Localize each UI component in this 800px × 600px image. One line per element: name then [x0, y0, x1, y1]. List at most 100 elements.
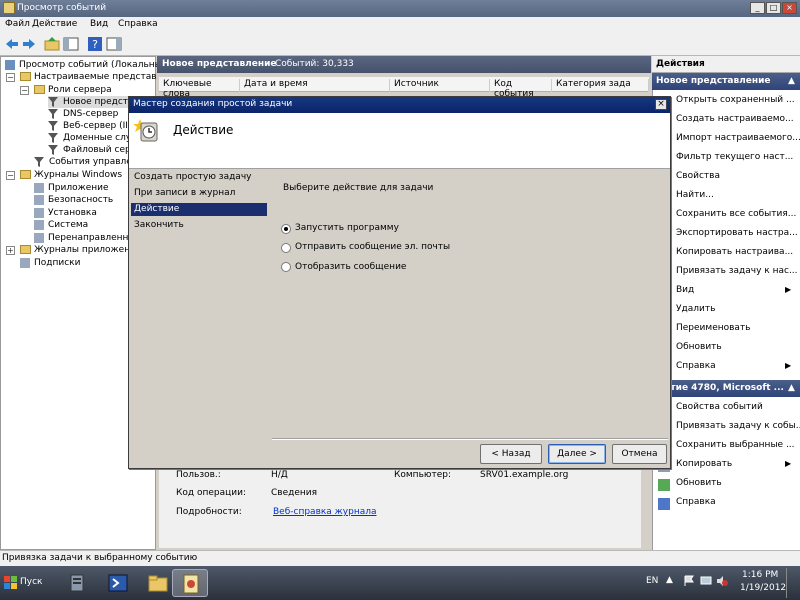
show-desktop-button[interactable] — [786, 568, 798, 598]
next-button[interactable]: Далее > — [548, 444, 606, 464]
col-source[interactable]: Источник — [390, 79, 490, 92]
tree-app[interactable]: Приложение — [34, 182, 109, 194]
wizard-step-action[interactable]: Действие — [131, 203, 267, 216]
tree-server-roles[interactable]: Роли сервера — [34, 84, 112, 96]
taskbar-event-viewer[interactable] — [172, 569, 208, 597]
more-info-link[interactable]: Веб-справка журнала — [273, 507, 377, 517]
tree-new-view[interactable]: Новое представ — [48, 96, 139, 108]
tree-security[interactable]: Безопасность — [34, 194, 113, 206]
menu-file[interactable]: Файл — [5, 19, 30, 29]
filter-icon — [34, 157, 44, 167]
taskbar-powershell[interactable] — [100, 569, 136, 597]
view-item-4[interactable]: Свойства — [676, 171, 720, 181]
flag-icon[interactable] — [683, 575, 695, 587]
expand-toggle[interactable]: + — [6, 246, 15, 255]
help-icon[interactable]: ? — [87, 36, 103, 52]
tree-file[interactable]: Файловый серв — [48, 144, 136, 156]
clock-date[interactable]: 1/19/2012 — [740, 583, 786, 593]
powershell-icon — [108, 574, 128, 592]
wizard-step-trigger[interactable]: При записи в журнал — [131, 187, 267, 200]
col-event-id[interactable]: Код события — [490, 79, 552, 99]
tree-web[interactable]: Веб-сервер (IIS — [48, 120, 134, 132]
wizard-step-finish[interactable]: Закончить — [131, 219, 267, 232]
view-item-14[interactable]: Справка — [676, 361, 716, 371]
computer-label: Компьютер: — [394, 470, 451, 480]
maximize-button[interactable]: □ — [766, 2, 781, 14]
event-item-0[interactable]: Свойства событий — [676, 402, 763, 412]
view-item-1[interactable]: Создать настраиваемо... — [676, 114, 794, 124]
minimize-button[interactable]: _ — [750, 2, 765, 14]
tree-forwarded[interactable]: Перенаправленные — [34, 232, 141, 244]
status-text: Привязка задачи к выбранному событию — [2, 553, 198, 563]
view-item-3[interactable]: Фильтр текущего наст... — [676, 152, 793, 162]
cancel-button[interactable]: Отмена — [612, 444, 667, 464]
taskbar-explorer[interactable] — [140, 569, 176, 597]
col-category[interactable]: Категория зада — [552, 79, 649, 92]
view-item-12[interactable]: Переименовать — [676, 323, 751, 333]
view-item-11[interactable]: Удалить — [676, 304, 715, 314]
back-button[interactable]: < Назад — [480, 444, 542, 464]
radio-display-message-label[interactable]: Отобразить сообщение — [295, 262, 406, 272]
taskbar-server-manager[interactable] — [60, 569, 96, 597]
language-indicator[interactable]: EN — [646, 576, 658, 586]
view-item-7[interactable]: Экспортировать настра... — [676, 228, 798, 238]
view-item-5[interactable]: Найти... — [676, 190, 714, 200]
wizard-titlebar: Мастер создания простой задачи × — [129, 97, 670, 113]
radio-send-email[interactable] — [281, 243, 291, 253]
menu-help[interactable]: Справка — [118, 19, 158, 29]
tree-subscriptions[interactable]: Подписки — [20, 257, 80, 269]
tree-custom-views[interactable]: Настраиваемые представлен — [20, 71, 174, 83]
event-item-5[interactable]: Справка — [676, 497, 716, 507]
event-item-3[interactable]: Копировать — [676, 459, 732, 469]
back-arrow-icon[interactable] — [4, 36, 20, 52]
tree-system[interactable]: Система — [34, 219, 88, 231]
radio-display-message[interactable] — [281, 262, 291, 272]
tray-up-arrow-icon[interactable]: ▲ — [666, 575, 673, 585]
up-folder-icon[interactable] — [44, 36, 60, 52]
tree-root[interactable]: Просмотр событий (Локальный) — [5, 59, 171, 71]
action-pane-icon[interactable] — [106, 36, 122, 52]
tree-mgmt-events[interactable]: События управлен — [34, 156, 138, 168]
actions-section-event[interactable]: бытие 4780, Microsoft ... ▲ — [652, 380, 800, 397]
clock-time[interactable]: 1:16 PM — [742, 570, 778, 580]
radio-start-program-label[interactable]: Запустить программу — [295, 223, 399, 233]
wizard-step-create[interactable]: Создать простую задачу — [131, 171, 267, 184]
actions-header: Действия — [652, 56, 800, 73]
expand-toggle[interactable]: − — [6, 73, 15, 82]
event-viewer-icon — [183, 574, 199, 594]
wizard-close-button[interactable]: × — [655, 99, 667, 110]
event-item-1[interactable]: Привязать задачу к собы... — [676, 421, 800, 431]
menu-action[interactable]: Действие — [32, 19, 77, 29]
tree-setup[interactable]: Установка — [34, 207, 97, 219]
collapse-arrow-icon[interactable]: ▲ — [788, 73, 795, 90]
actions-section-title: бытие 4780, Microsoft ... — [656, 383, 784, 393]
view-item-10[interactable]: Вид — [676, 285, 694, 295]
menu-view[interactable]: Вид — [90, 19, 108, 29]
view-item-0[interactable]: Открыть сохраненный ... — [676, 95, 795, 105]
radio-start-program[interactable] — [281, 224, 291, 234]
close-button[interactable]: × — [782, 2, 797, 14]
start-button[interactable]: Пуск — [2, 571, 52, 595]
folder-icon — [148, 575, 168, 592]
network-icon[interactable] — [700, 575, 712, 587]
console-tree-icon[interactable] — [63, 36, 79, 52]
expand-toggle[interactable]: − — [6, 171, 15, 180]
collapse-arrow-icon[interactable]: ▲ — [788, 380, 795, 397]
actions-section-new-view[interactable]: Новое представление ▲ — [652, 73, 800, 90]
forward-arrow-icon[interactable] — [21, 36, 37, 52]
tree-domain[interactable]: Доменные служ — [48, 132, 139, 144]
col-keywords[interactable]: Ключевые слова — [159, 79, 240, 99]
view-item-8[interactable]: Копировать настраива... — [676, 247, 793, 257]
event-item-4[interactable]: Обновить — [676, 478, 722, 488]
view-item-13[interactable]: Обновить — [676, 342, 722, 352]
view-item-9[interactable]: Привязать задачу к нас... — [676, 266, 798, 276]
event-item-2[interactable]: Сохранить выбранные ... — [676, 440, 795, 450]
speaker-muted-icon[interactable] — [716, 575, 728, 587]
tree-windows-logs[interactable]: Журналы Windows — [20, 169, 122, 181]
view-item-2[interactable]: Импорт настраиваемого... — [676, 133, 800, 143]
radio-send-email-label[interactable]: Отправить сообщение эл. почты — [295, 242, 450, 252]
expand-toggle[interactable]: − — [20, 86, 29, 95]
view-item-6[interactable]: Сохранить все события... — [676, 209, 796, 219]
tree-dns[interactable]: DNS-сервер — [48, 108, 118, 120]
col-datetime[interactable]: Дата и время — [240, 79, 390, 92]
